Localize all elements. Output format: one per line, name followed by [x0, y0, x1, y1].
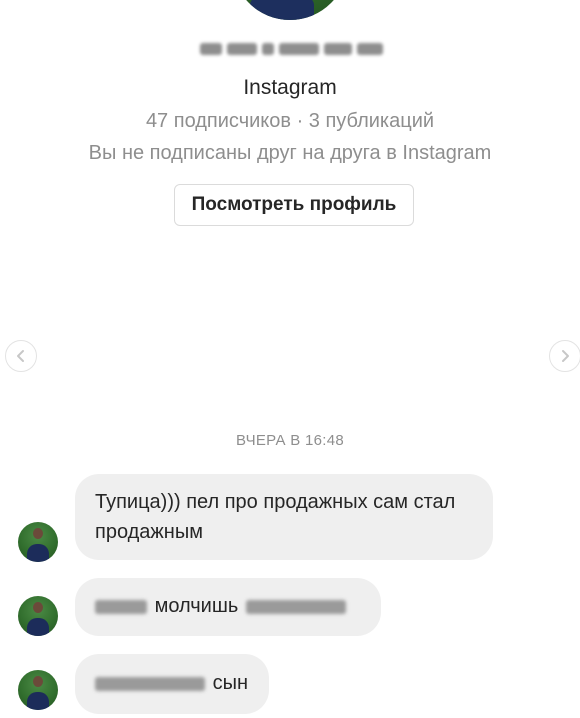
message-bubble[interactable]: сын [75, 654, 269, 714]
carousel-next-button[interactable] [549, 340, 580, 372]
blurred-word [95, 599, 147, 614]
message-text: молчишь [154, 595, 239, 617]
sender-avatar[interactable] [18, 596, 58, 636]
chevron-left-icon [17, 350, 24, 362]
sender-avatar[interactable] [18, 670, 58, 710]
view-profile-button[interactable]: Посмотреть профиль [174, 184, 414, 226]
message-text: Тупица))) пел про продажных сам стал про… [95, 491, 456, 543]
message-timestamp: ВЧЕРА В 16:48 [235, 432, 345, 449]
follow-relation: Вы не подписаны друг на друга в Instagra… [88, 142, 492, 164]
chat-screen: Instagram 47 подписчиков · 3 публикаций … [0, 0, 580, 718]
message-bubble[interactable]: молчишь [75, 578, 381, 636]
message-text: сын [212, 672, 248, 694]
profile-platform: Instagram [243, 76, 337, 99]
blurred-word [245, 599, 346, 614]
carousel-prev-button[interactable] [5, 340, 37, 372]
username-blurred [200, 38, 386, 60]
chevron-right-icon [562, 350, 569, 362]
blurred-word [95, 676, 205, 691]
message-bubble[interactable]: Тупица))) пел про продажных сам стал про… [75, 474, 493, 560]
profile-avatar[interactable] [232, 0, 348, 20]
sender-avatar[interactable] [18, 522, 58, 562]
profile-stats: 47 подписчиков · 3 публикаций [145, 110, 435, 132]
